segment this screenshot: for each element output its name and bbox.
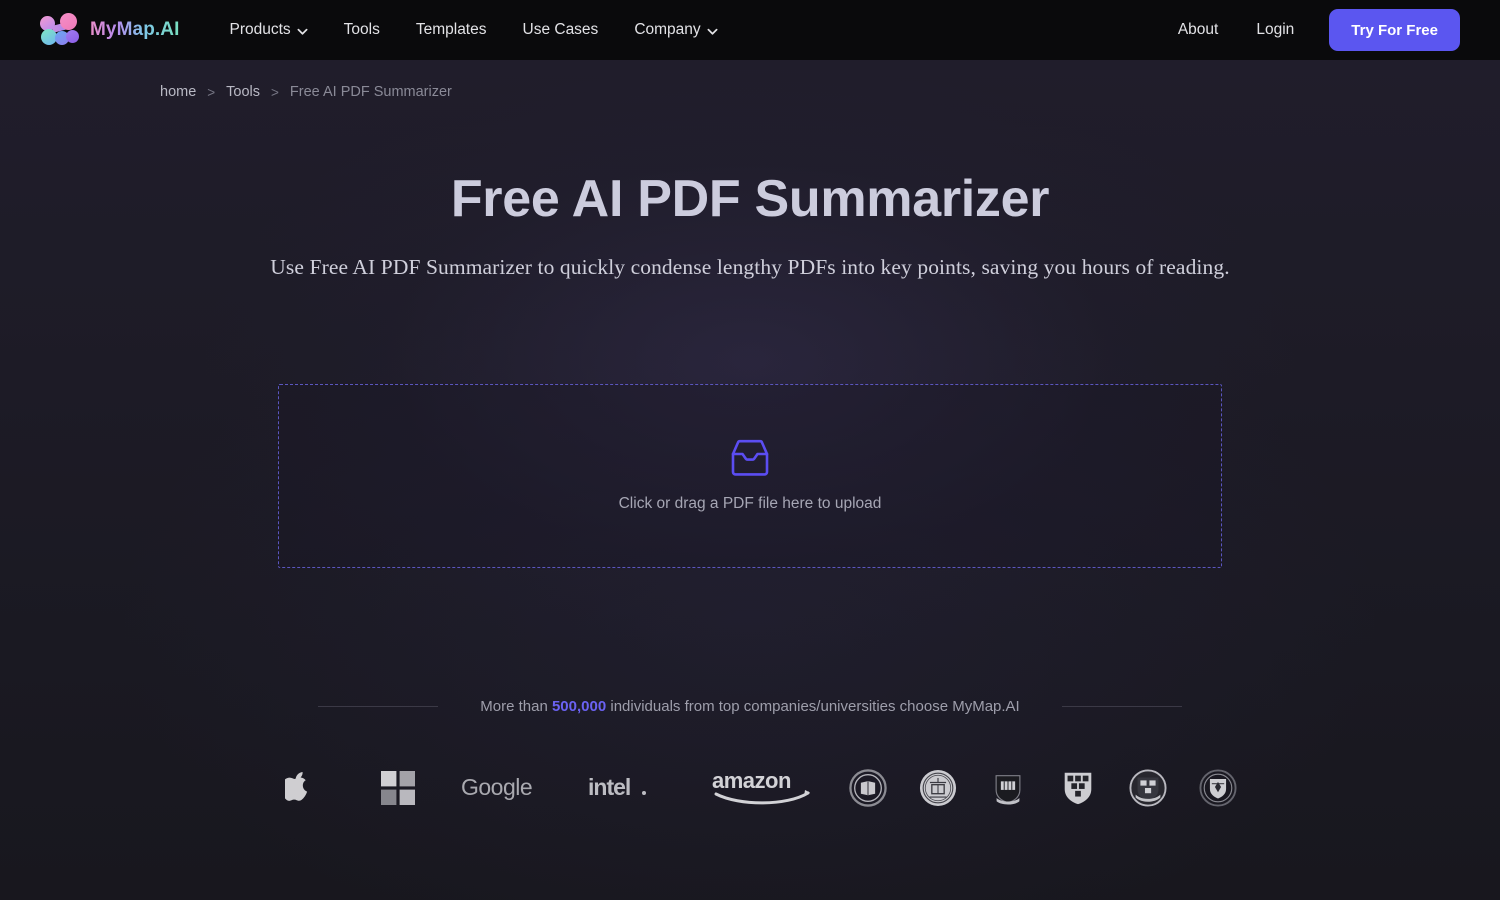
- nav-item-templates[interactable]: Templates: [398, 0, 505, 60]
- nav-item-login[interactable]: Login: [1237, 0, 1313, 60]
- divider-left: [318, 706, 439, 708]
- svg-text:amazon: amazon: [712, 768, 791, 793]
- pdf-upload-dropzone[interactable]: Click or drag a PDF file here to upload: [278, 384, 1222, 569]
- chevron-down-icon: [707, 26, 718, 37]
- inbox-tray-icon: [729, 439, 771, 477]
- brand-logo-link[interactable]: MyMap.AI: [40, 13, 179, 47]
- page-title: Free AI PDF Summarizer: [450, 170, 1050, 228]
- svg-text:intel: intel: [588, 774, 630, 800]
- breadcrumb-item-current: Free AI PDF Summarizer: [289, 84, 452, 100]
- apple-logo-icon: [248, 765, 348, 811]
- nav-item-products[interactable]: Products: [211, 0, 325, 60]
- intel-logo-icon: intel: [573, 765, 698, 811]
- top-navigation-bar: MyMap.AI Products Tools Templates Use Ca…: [0, 0, 1500, 60]
- social-proof-row: More than 500,000 individuals from top c…: [0, 698, 1500, 715]
- nav-item-about[interactable]: About: [1159, 0, 1238, 60]
- divider-right: [1061, 706, 1182, 708]
- amazon-logo-icon: amazon: [698, 765, 833, 811]
- svg-text:Google: Google: [461, 774, 532, 800]
- university-seal-6-icon: [1183, 765, 1253, 811]
- brand-name-text: MyMap.AI: [90, 19, 180, 40]
- breadcrumb-separator: >: [207, 84, 216, 100]
- chevron-down-icon: [297, 26, 308, 37]
- upload-area-wrapper: Click or drag a PDF file here to upload: [0, 384, 1500, 569]
- breadcrumb-item-home[interactable]: home: [160, 84, 196, 100]
- social-proof-prefix: More than: [480, 698, 552, 716]
- nav-item-tools[interactable]: Tools: [326, 0, 398, 60]
- try-for-free-button[interactable]: Try For Free: [1329, 9, 1460, 51]
- page-subtitle: Use Free AI PDF Summarizer to quickly co…: [270, 255, 1230, 280]
- breadcrumb: home > Tools > Free AI PDF Summarizer: [0, 84, 1500, 100]
- social-proof-text: More than 500,000 individuals from top c…: [480, 698, 1019, 715]
- nav-item-about-label: About: [1177, 21, 1219, 38]
- nav-item-products-label: Products: [229, 21, 291, 38]
- nav-item-login-label: Login: [1256, 21, 1295, 38]
- social-proof-count: 500,000: [551, 698, 607, 716]
- breadcrumb-item-tools[interactable]: Tools: [226, 84, 260, 100]
- nav-right-group: About Login Try For Free: [1159, 0, 1460, 60]
- google-logo-icon: Google: [448, 765, 573, 811]
- upload-instruction-text: Click or drag a PDF file here to upload: [618, 495, 882, 513]
- university-seal-3-icon: [973, 765, 1043, 811]
- mymap-logo-icon: [40, 13, 80, 47]
- microsoft-logo-icon: [348, 765, 448, 811]
- nav-item-use-cases[interactable]: Use Cases: [505, 0, 617, 60]
- nav-item-tools-label: Tools: [343, 21, 380, 38]
- nav-item-company[interactable]: Company: [616, 0, 735, 60]
- main-nav-links: Products Tools Templates Use Cases Compa…: [211, 0, 735, 60]
- customer-logo-row: Google intel amazon: [0, 765, 1500, 811]
- university-seal-2-icon: [903, 765, 973, 811]
- social-proof-suffix: individuals from top companies/universit…: [606, 698, 1020, 716]
- university-seal-4-icon: [1043, 765, 1113, 811]
- nav-item-use-cases-label: Use Cases: [522, 21, 599, 38]
- university-seal-1-icon: [833, 765, 903, 811]
- nav-item-templates-label: Templates: [415, 21, 487, 38]
- nav-item-company-label: Company: [634, 21, 701, 38]
- hero-section: Free AI PDF Summarizer Use Free AI PDF S…: [0, 170, 1500, 280]
- university-seal-5-icon: [1113, 765, 1183, 811]
- breadcrumb-separator: >: [271, 84, 279, 100]
